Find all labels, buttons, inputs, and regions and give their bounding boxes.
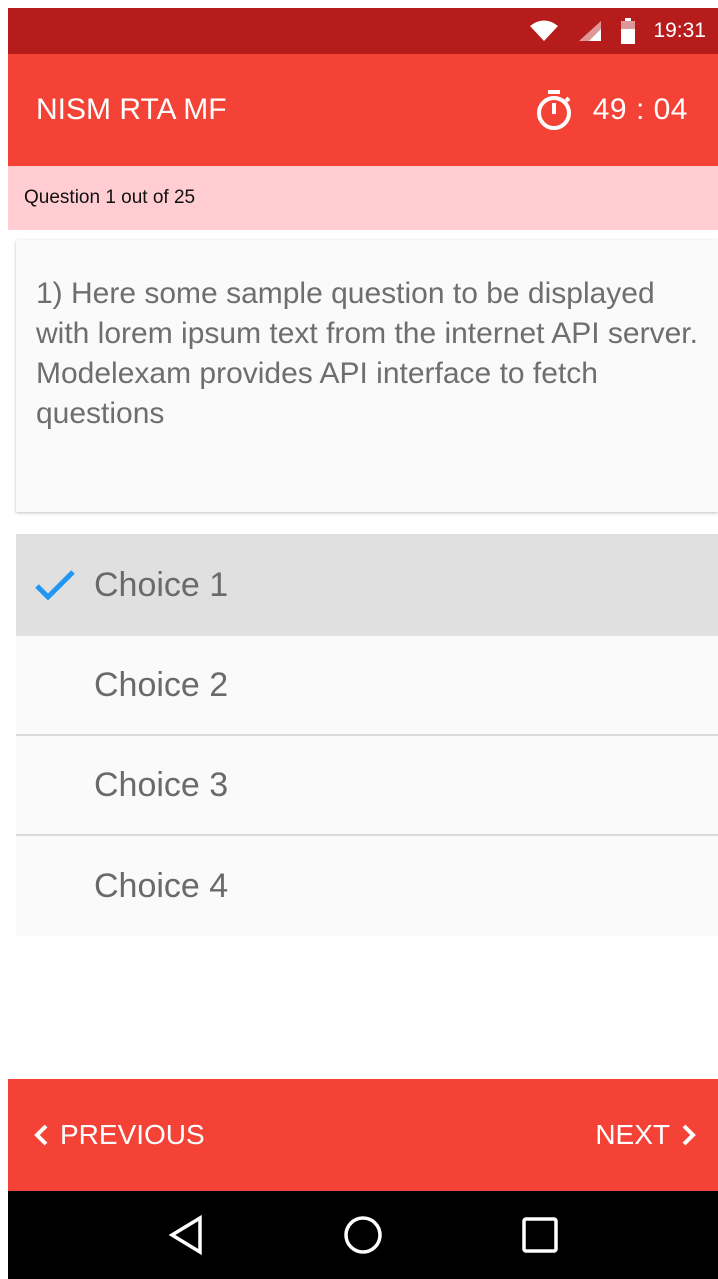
signal-icon	[577, 19, 603, 43]
chevron-right-icon	[682, 1124, 696, 1146]
recents-icon[interactable]	[522, 1217, 559, 1253]
back-icon[interactable]	[168, 1215, 204, 1255]
question-navigation: PREVIOUS NEXT	[8, 1079, 718, 1191]
choice-item-4[interactable]: Choice 4	[16, 836, 718, 936]
quiz-screen: 19:31 NISM RTA MF 49 : 04 Question 1 out…	[8, 8, 718, 1279]
question-progress: Question 1 out of 25	[8, 166, 718, 230]
battery-icon	[621, 18, 636, 44]
stopwatch-icon	[535, 89, 573, 131]
next-label: NEXT	[595, 1119, 670, 1150]
previous-button[interactable]: PREVIOUS	[34, 1119, 205, 1151]
choice-item-2[interactable]: Choice 2	[16, 636, 718, 736]
choice-label: Choice 3	[94, 765, 229, 804]
app-title: NISM RTA MF	[36, 93, 227, 126]
question-progress-text: Question 1 out of 25	[24, 187, 196, 208]
chevron-left-icon	[34, 1124, 48, 1146]
status-bar: 19:31	[8, 8, 718, 54]
home-icon[interactable]	[343, 1215, 383, 1255]
system-navigation-bar	[8, 1191, 718, 1279]
choice-item-1[interactable]: Choice 1	[16, 534, 718, 636]
previous-label: PREVIOUS	[60, 1119, 205, 1150]
next-button[interactable]: NEXT	[595, 1119, 696, 1151]
choice-label: Choice 2	[94, 665, 229, 704]
choice-list: Choice 1 Choice 2 Choice 3 Choice 4	[16, 534, 718, 936]
wifi-icon	[529, 19, 559, 43]
choice-label: Choice 1	[94, 565, 229, 604]
question-text: 1) Here some sample question to be displ…	[36, 277, 698, 430]
exam-timer: 49 : 04	[535, 89, 688, 131]
choice-item-3[interactable]: Choice 3	[16, 736, 718, 836]
timer-value: 49 : 04	[592, 93, 688, 126]
choice-label: Choice 4	[94, 866, 229, 905]
check-icon	[34, 569, 76, 601]
status-time: 19:31	[653, 19, 706, 42]
app-bar: NISM RTA MF 49 : 04	[8, 54, 718, 166]
question-card: 1) Here some sample question to be displ…	[16, 240, 718, 512]
